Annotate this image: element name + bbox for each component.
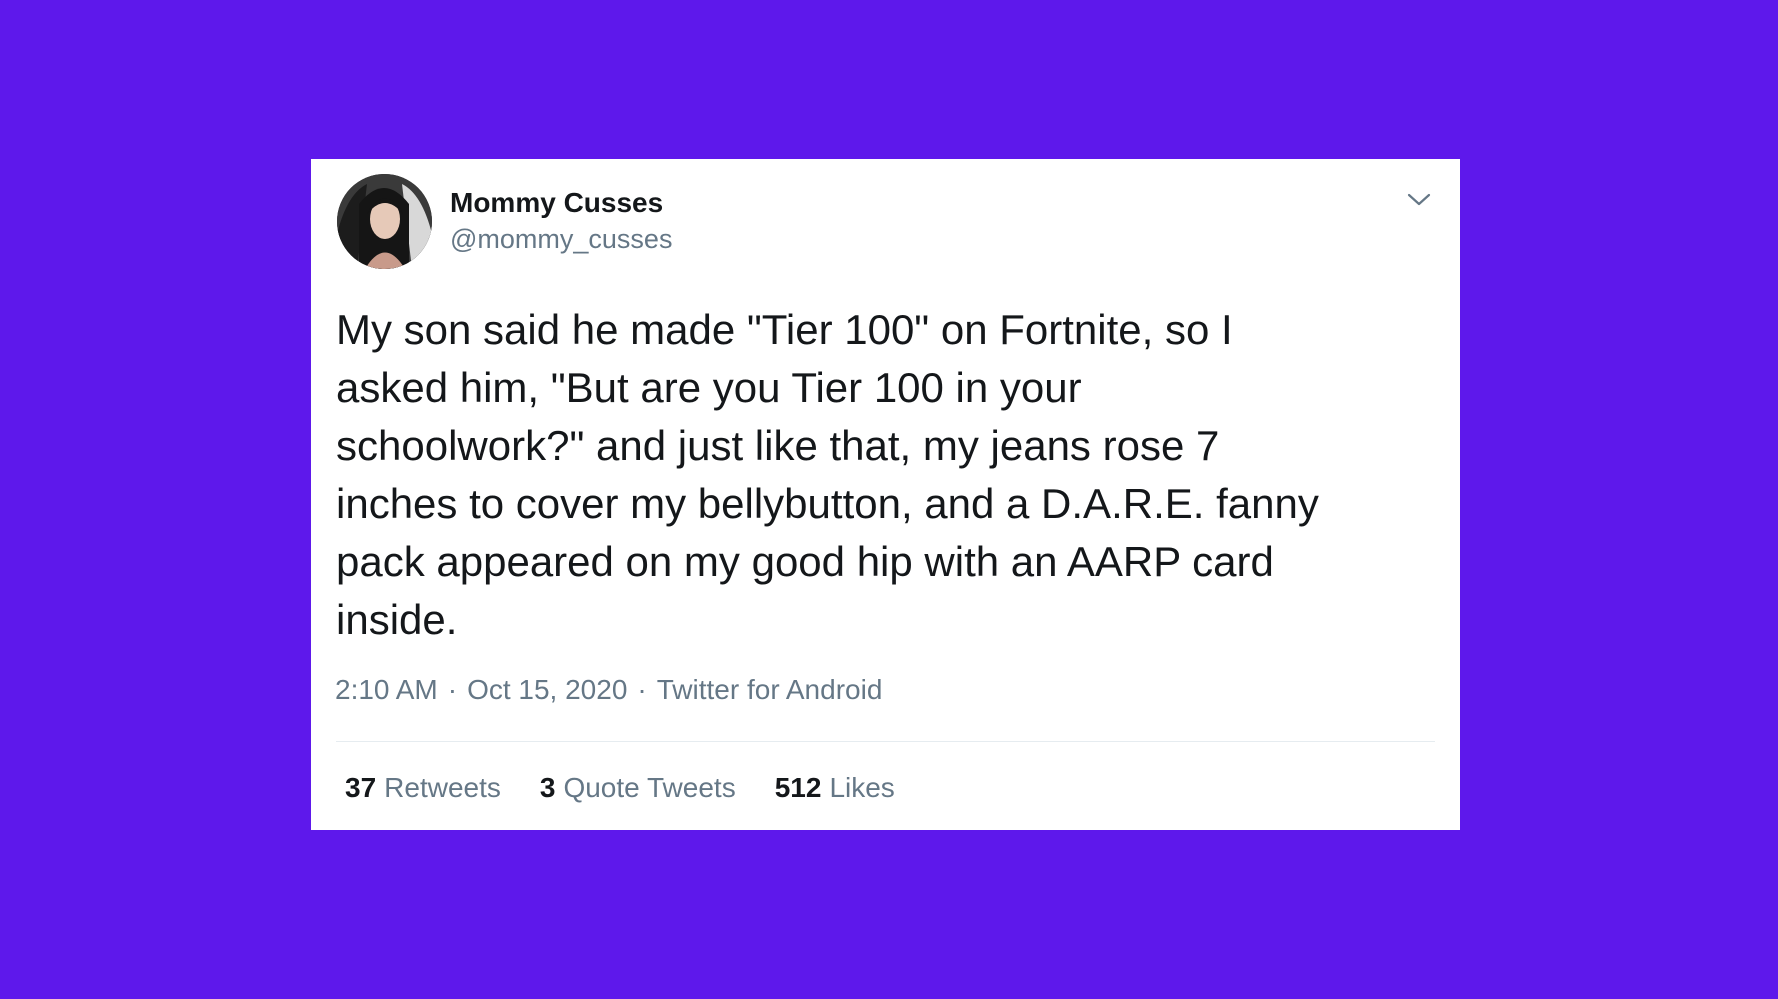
divider [336, 741, 1435, 742]
likes-stat[interactable]: 512 Likes [775, 772, 895, 804]
quote-tweets-count: 3 [539, 772, 556, 803]
tweet-metadata: 2:10 AM · Oct 15, 2020 · Twitter for Android [335, 674, 882, 706]
author-avatar[interactable] [337, 174, 432, 269]
chevron-down-icon[interactable] [1404, 185, 1434, 215]
quote-tweets-stat[interactable]: 3 Quote Tweets [540, 772, 736, 804]
meta-separator: · [447, 674, 458, 705]
tweet-time[interactable]: 2:10 AM [335, 674, 438, 705]
quote-tweets-label: Quote Tweets [563, 772, 736, 803]
tweet-date[interactable]: Oct 15, 2020 [467, 674, 627, 705]
likes-label: Likes [829, 772, 895, 803]
tweet-source[interactable]: Twitter for Android [657, 674, 883, 705]
retweets-count: 37 [345, 772, 377, 803]
tweet-text: My son said he made "Tier 100" on Fortni… [336, 306, 1319, 643]
retweets-stat[interactable]: 37 Retweets [345, 772, 501, 804]
meta-separator: · [637, 674, 647, 705]
likes-count: 512 [774, 772, 822, 803]
tweet-card: Mommy Cusses @mommy_cusses My son said h… [311, 159, 1460, 830]
retweets-label: Retweets [384, 772, 501, 803]
tweet-stats: 37 Retweets 3 Quote Tweets 512 Likes [345, 772, 895, 804]
author-name[interactable]: Mommy Cusses [450, 187, 663, 219]
author-handle[interactable]: @mommy_cusses [450, 224, 672, 255]
